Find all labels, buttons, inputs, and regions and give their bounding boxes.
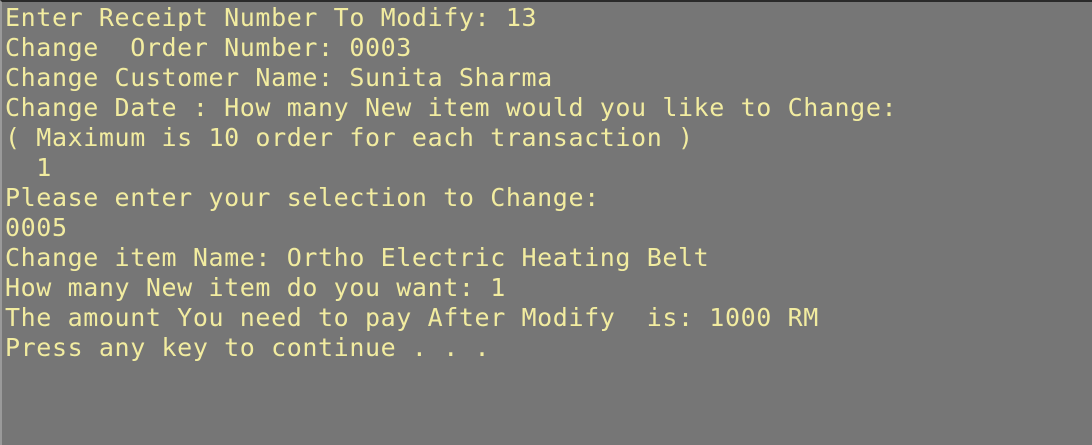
console-window[interactable]: Enter Receipt Number To Modify: 13 Chang… [0, 0, 1092, 445]
console-line-selection-prompt: Please enter your selection to Change: [5, 183, 600, 212]
console-line-quantity-input: 1 [5, 153, 52, 182]
console-line-amount: The amount You need to pay After Modify … [5, 303, 819, 332]
console-line-continue-prompt: Press any key to continue . . . [5, 333, 491, 362]
console-line-maximum-note: ( Maximum is 10 order for each transacti… [5, 123, 694, 152]
console-output: Enter Receipt Number To Modify: 13 Chang… [5, 3, 897, 363]
console-line-order-number: Change Order Number: 0003 [5, 33, 412, 62]
console-line-item-name: Change item Name: Ortho Electric Heating… [5, 243, 710, 272]
console-line-item-quantity: How many New item do you want: 1 [5, 273, 506, 302]
console-line-selection-input: 0005 [5, 213, 68, 242]
console-line-customer-name: Change Customer Name: Sunita Sharma [5, 63, 553, 92]
console-line-receipt-prompt: Enter Receipt Number To Modify: 13 [5, 3, 538, 32]
console-line-date-prompt: Change Date : How many New item would yo… [5, 93, 898, 122]
